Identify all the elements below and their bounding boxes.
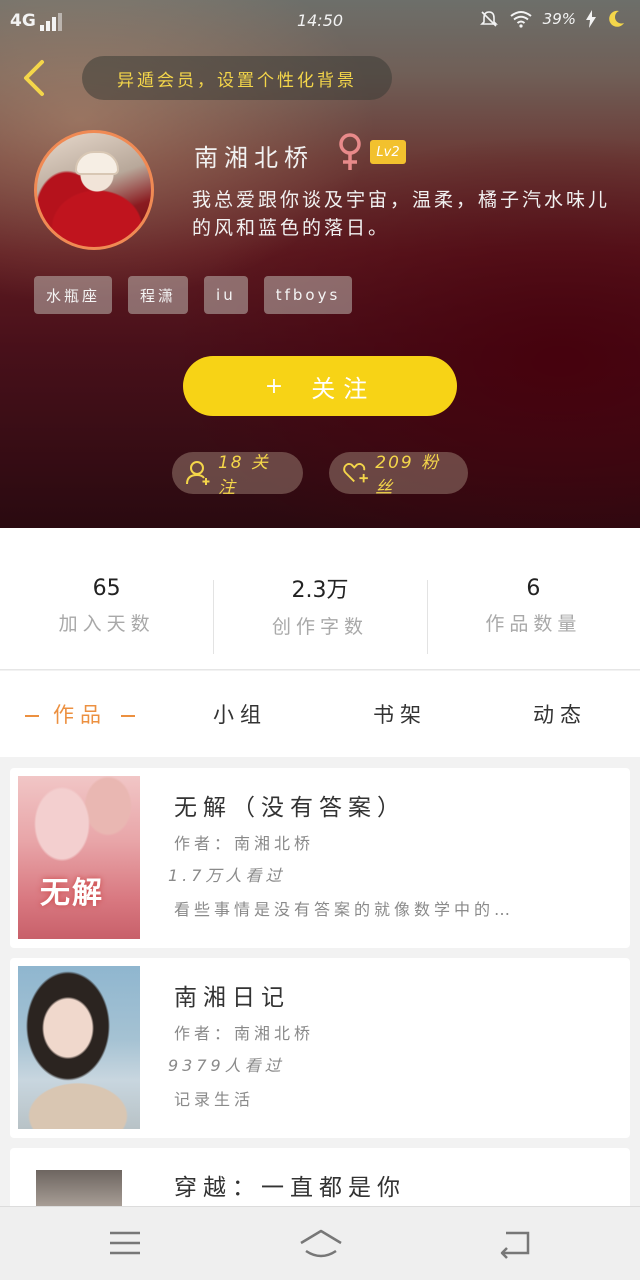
fans-button[interactable]: 209 粉丝: [329, 452, 468, 498]
level-badge: Lv2: [370, 140, 406, 164]
system-nav-bar: [0, 1206, 640, 1280]
profile-tabs: 作品 小组 书架 动态: [0, 671, 640, 757]
charging-icon: [586, 10, 596, 28]
status-bar: 4G 14:50 39%: [0, 0, 640, 42]
stat-value: 6: [526, 575, 541, 601]
stat-days-joined: 65 加入天数: [0, 528, 213, 669]
battery-level: 39%: [542, 10, 576, 28]
following-button[interactable]: 18 关注: [172, 452, 303, 498]
plus-icon: +: [264, 373, 284, 399]
work-views: 1.7万人看过: [168, 866, 286, 885]
tab-label: 作品: [53, 703, 107, 727]
stat-word-count: 2.3万 创作字数: [213, 528, 426, 669]
mute-icon: [479, 11, 498, 27]
profile-stats: 65 加入天数 2.3万 创作字数 6 作品数量: [0, 528, 640, 670]
work-description: 看些事情是没有答案的就像数学中的…: [174, 900, 515, 919]
female-icon: [339, 133, 361, 170]
book-cover: [18, 966, 140, 1129]
avatar-hood-shape: [75, 151, 119, 175]
work-author: 作者：南湘北桥: [174, 1024, 315, 1043]
system-back-button[interactable]: [496, 1227, 536, 1261]
stat-label: 创作字数: [271, 616, 368, 638]
home-button[interactable]: [298, 1227, 344, 1261]
work-card[interactable]: 无解 无解（没有答案） 作者：南湘北桥 1.7万人看过 看些事情是没有答案的就像…: [10, 768, 630, 948]
vip-background-banner[interactable]: 异遁会员，设置个性化背景: [82, 56, 392, 100]
work-author: 作者：南湘北桥: [174, 834, 315, 853]
tag-item[interactable]: tfboys: [263, 276, 353, 314]
tab-bookshelf[interactable]: 书架: [320, 699, 480, 729]
tab-activity[interactable]: 动态: [480, 699, 640, 729]
follow-label: 关注: [311, 374, 376, 403]
tag-item[interactable]: iu: [204, 276, 248, 314]
stat-value: 65: [92, 575, 121, 601]
tab-works[interactable]: 作品: [0, 699, 160, 729]
stat-value: 2.3万: [291, 578, 349, 603]
following-count: 18 关注: [217, 453, 271, 498]
tag-item[interactable]: 水瓶座: [34, 276, 113, 314]
work-description: 记录生活: [174, 1090, 255, 1109]
tab-indicator: [25, 715, 39, 717]
status-icons: 39%: [479, 9, 626, 29]
cover-title: 无解: [40, 876, 104, 911]
tag-list: 水瓶座 程潇 iu tfboys: [34, 276, 353, 314]
menu-icon: [110, 1231, 140, 1255]
follow-button[interactable]: + 关注: [183, 356, 457, 416]
fans-count: 209 粉丝: [375, 453, 441, 498]
work-title: 无解（没有答案）: [174, 795, 406, 821]
back-arrow-icon: [500, 1231, 530, 1259]
user-name: 南湘北桥: [194, 144, 314, 172]
work-title: 穿越：一直都是你: [174, 1175, 406, 1201]
stat-label: 加入天数: [58, 612, 155, 635]
book-cover: 无解: [18, 776, 140, 939]
work-card[interactable]: 南湘日记 作者：南湘北桥 9379人看过 记录生活: [10, 958, 630, 1138]
work-title: 南湘日记: [174, 985, 290, 1011]
stat-works-count: 6 作品数量: [426, 528, 640, 669]
user-add-icon: [186, 461, 210, 485]
night-mode-icon: [609, 10, 624, 27]
user-bio: 我总爱跟你谈及宇宙，温柔，橘子汽水味儿的风和蓝色的落日。: [192, 189, 611, 239]
stat-label: 作品数量: [485, 612, 582, 635]
avatar[interactable]: [34, 130, 154, 250]
tab-groups[interactable]: 小组: [160, 699, 320, 729]
tab-indicator: [121, 715, 135, 717]
heart-add-icon: [343, 462, 368, 483]
wifi-icon: [510, 11, 532, 28]
back-button[interactable]: [14, 56, 54, 100]
work-views: 9379人看过: [168, 1056, 285, 1075]
home-icon: [300, 1229, 342, 1258]
profile-header: 4G 14:50 39% 异遁会员，设置个性化背景 南湘北桥 Lv2 我总爱跟你…: [0, 0, 640, 528]
tag-item[interactable]: 程潇: [128, 276, 189, 314]
menu-button[interactable]: [106, 1227, 146, 1261]
chevron-left-icon: [24, 60, 44, 96]
